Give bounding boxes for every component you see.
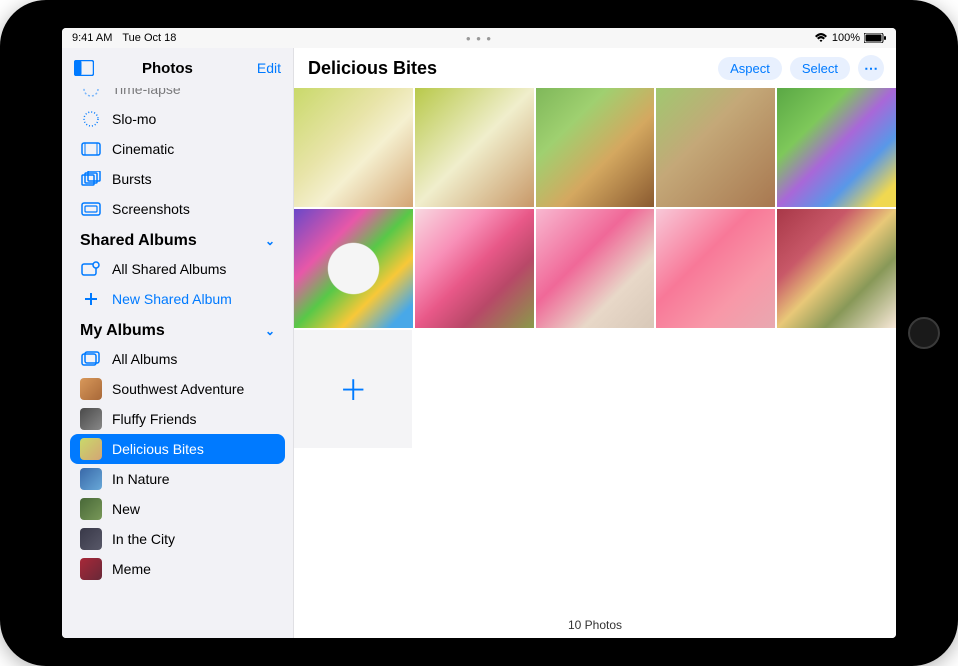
battery-icon — [864, 33, 886, 43]
sidebar-item-in-the-city[interactable]: In the City — [70, 524, 285, 554]
sidebar-item-fluffy-friends[interactable]: Fluffy Friends — [70, 404, 285, 434]
wifi-icon — [814, 33, 828, 43]
sidebar-header: Photos Edit — [62, 48, 293, 88]
status-time: 9:41 AM — [72, 32, 112, 44]
sidebar-item-in-nature[interactable]: In Nature — [70, 464, 285, 494]
app-main: Photos Edit Time-lapse Slo-mo — [62, 48, 896, 638]
sidebar-item-label: Southwest Adventure — [112, 381, 244, 397]
album-thumbnail — [80, 378, 102, 400]
sidebar: Photos Edit Time-lapse Slo-mo — [62, 48, 294, 638]
album-thumbnail — [80, 438, 102, 460]
sidebar-item-slomo[interactable]: Slo-mo — [70, 104, 285, 134]
sidebar-item-southwest-adventure[interactable]: Southwest Adventure — [70, 374, 285, 404]
photo-thumbnail[interactable] — [536, 88, 655, 207]
section-header-shared-albums[interactable]: Shared Albums ⌄ — [70, 224, 285, 254]
sidebar-item-all-albums[interactable]: All Albums — [70, 344, 285, 374]
bursts-icon — [80, 168, 102, 190]
sidebar-item-meme[interactable]: Meme — [70, 554, 285, 584]
album-thumbnail — [80, 558, 102, 580]
sidebar-title: Photos — [78, 60, 257, 77]
sidebar-item-label: All Albums — [112, 351, 177, 367]
slomo-icon — [80, 108, 102, 130]
home-button[interactable] — [908, 317, 940, 349]
sidebar-item-cinematic[interactable]: Cinematic — [70, 134, 285, 164]
sidebar-item-label: Time-lapse — [112, 88, 181, 97]
more-button[interactable]: ⋯ — [858, 55, 884, 81]
photo-grid — [294, 88, 896, 328]
photo-thumbnail[interactable] — [656, 88, 775, 207]
plus-icon: ＋ — [339, 369, 367, 409]
photo-thumbnail[interactable] — [415, 88, 534, 207]
content-header: Delicious Bites Aspect Select ⋯ — [294, 48, 896, 88]
sidebar-item-new[interactable]: New — [70, 494, 285, 524]
sidebar-item-label: Meme — [112, 561, 151, 577]
multitask-indicator[interactable]: • • • — [466, 31, 492, 46]
sidebar-item-label: Bursts — [112, 171, 152, 187]
sidebar-item-new-shared-album[interactable]: New Shared Album — [70, 284, 285, 314]
album-title: Delicious Bites — [308, 58, 437, 79]
sidebar-item-bursts[interactable]: Bursts — [70, 164, 285, 194]
timelapse-icon — [80, 88, 102, 100]
cinematic-icon — [80, 138, 102, 160]
sidebar-item-label: All Shared Albums — [112, 261, 226, 277]
status-date: Tue Oct 18 — [122, 32, 176, 44]
section-label: Shared Albums — [80, 232, 197, 250]
sidebar-item-label: New — [112, 501, 140, 517]
section-header-my-albums[interactable]: My Albums ⌄ — [70, 314, 285, 344]
ipad-device-frame: 9:41 AM Tue Oct 18 • • • 100% — [0, 0, 958, 666]
photo-thumbnail[interactable] — [777, 209, 896, 328]
sidebar-item-delicious-bites[interactable]: Delicious Bites — [70, 434, 285, 464]
album-thumbnail — [80, 498, 102, 520]
shared-albums-icon — [80, 258, 102, 280]
photo-count-label: 10 Photos — [294, 618, 896, 632]
ellipsis-icon: ⋯ — [864, 60, 878, 77]
photo-thumbnail[interactable] — [294, 209, 413, 328]
plus-icon — [80, 288, 102, 310]
sidebar-list[interactable]: Time-lapse Slo-mo Cinematic Bursts — [62, 88, 293, 638]
aspect-button[interactable]: Aspect — [718, 57, 782, 80]
sidebar-item-screenshots[interactable]: Screenshots — [70, 194, 285, 224]
add-photo-tile[interactable]: ＋ — [294, 330, 412, 448]
album-thumbnail — [80, 468, 102, 490]
chevron-down-icon: ⌄ — [265, 234, 275, 248]
sidebar-item-all-shared-albums[interactable]: All Shared Albums — [70, 254, 285, 284]
sidebar-item-label: Screenshots — [112, 201, 190, 217]
albums-icon — [80, 348, 102, 370]
sidebar-item-label: In the City — [112, 531, 175, 547]
content-area: Delicious Bites Aspect Select ⋯ — [294, 48, 896, 638]
album-thumbnail — [80, 528, 102, 550]
screenshots-icon — [80, 198, 102, 220]
sidebar-item-label: New Shared Album — [112, 291, 232, 307]
sidebar-item-label: Slo-mo — [112, 111, 156, 127]
sidebar-item-label: Fluffy Friends — [112, 411, 197, 427]
album-thumbnail — [80, 408, 102, 430]
section-label: My Albums — [80, 322, 165, 340]
battery-percent: 100% — [832, 32, 860, 44]
status-bar: 9:41 AM Tue Oct 18 • • • 100% — [62, 28, 896, 48]
photo-thumbnail[interactable] — [656, 209, 775, 328]
photo-thumbnail[interactable] — [777, 88, 896, 207]
sidebar-item-label: In Nature — [112, 471, 170, 487]
header-actions: Aspect Select ⋯ — [718, 55, 884, 81]
sidebar-item-timelapse[interactable]: Time-lapse — [70, 88, 285, 104]
photo-thumbnail[interactable] — [536, 209, 655, 328]
photo-thumbnail[interactable] — [294, 88, 413, 207]
sidebar-item-label: Cinematic — [112, 141, 174, 157]
screen: 9:41 AM Tue Oct 18 • • • 100% — [62, 28, 896, 638]
chevron-down-icon: ⌄ — [265, 324, 275, 338]
sidebar-edit-button[interactable]: Edit — [257, 60, 281, 76]
sidebar-item-label: Delicious Bites — [112, 441, 204, 457]
select-button[interactable]: Select — [790, 57, 850, 80]
photo-thumbnail[interactable] — [415, 209, 534, 328]
